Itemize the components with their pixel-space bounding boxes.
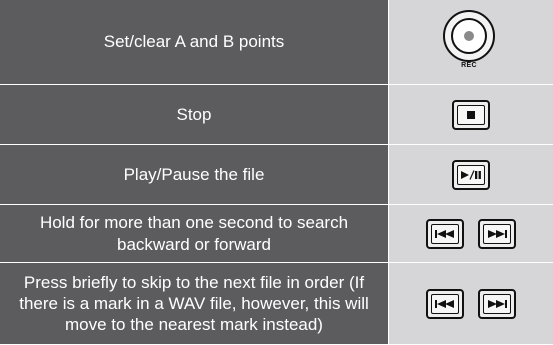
play-pause-icon	[461, 169, 481, 180]
skip-button-pair	[426, 288, 516, 319]
rec-dot	[464, 31, 474, 41]
row-button-cell	[389, 263, 553, 345]
row-2-description: Stop	[176, 104, 212, 124]
row-1-description: Set/clear A and B points	[103, 32, 285, 52]
row-button-cell: REC	[389, 0, 553, 85]
rec-icon	[443, 10, 495, 62]
row-4-description: Hold for more than one second to search …	[39, 213, 349, 254]
skip-forward-button[interactable]	[478, 218, 516, 249]
button-function-table: Set/clear A and B points REC Stop Play/P…	[0, 0, 553, 345]
rec-button[interactable]: REC	[439, 10, 503, 74]
skip-back-icon	[435, 229, 454, 238]
skip-forward-icon	[488, 299, 507, 308]
row-description: Press briefly to skip to the next file i…	[0, 263, 389, 345]
row-3-description: Play/Pause the file	[123, 164, 265, 184]
row-description: Play/Pause the file	[0, 145, 389, 205]
skip-forward-icon	[488, 229, 507, 238]
row-button-cell	[389, 145, 553, 205]
play-pause-button[interactable]	[452, 159, 490, 190]
stop-icon	[467, 110, 475, 119]
skip-back-button[interactable]	[426, 288, 464, 319]
skip-back-icon	[435, 299, 454, 308]
skip-back-button[interactable]	[426, 218, 464, 249]
stop-button[interactable]	[452, 99, 490, 130]
rec-button-label: REC	[461, 62, 477, 69]
skip-forward-button[interactable]	[478, 288, 516, 319]
row-5-description: Press briefly to skip to the next file i…	[19, 272, 369, 335]
skip-button-pair	[426, 218, 516, 249]
row-button-cell	[389, 85, 553, 145]
row-description: Hold for more than one second to search …	[0, 205, 389, 263]
row-description: Set/clear A and B points	[0, 0, 389, 85]
row-description: Stop	[0, 85, 389, 145]
row-button-cell	[389, 205, 553, 263]
